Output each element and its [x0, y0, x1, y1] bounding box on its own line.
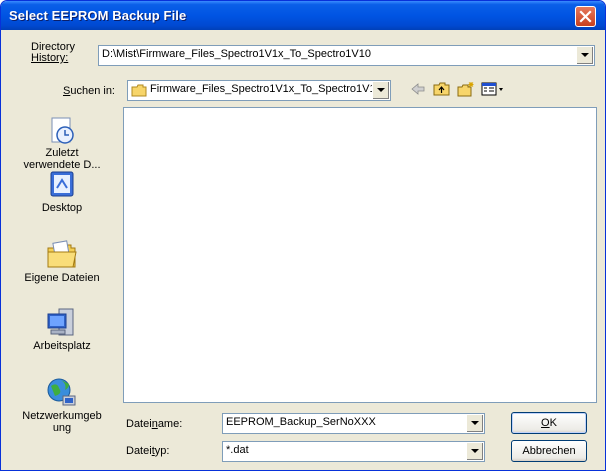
place-network[interactable]: Netzwerkumgeb ung: [7, 376, 117, 434]
filetype-value: *.dat: [226, 444, 249, 456]
filename-input[interactable]: EEPROM_Backup_SerNoXXX: [226, 416, 376, 428]
network-places-icon: [47, 378, 76, 406]
title-bar[interactable]: Select EEPROM Backup File: [1, 1, 605, 30]
close-icon: [579, 10, 592, 23]
filetype-combo[interactable]: *.dat: [222, 441, 485, 462]
lookin-combo[interactable]: Firmware_Files_Spectro1V1x_To_Spectro1V1: [127, 80, 391, 101]
dialog-title: Select EEPROM Backup File: [9, 8, 187, 23]
dialog-window: Select EEPROM Backup File Directory Hist…: [0, 0, 606, 471]
desktop-icon: [50, 171, 74, 197]
history-dropdown-button[interactable]: [576, 47, 593, 64]
close-button[interactable]: [575, 6, 596, 27]
filetype-label: Dateityp:: [126, 445, 170, 457]
lookin-label: Suchen in:: [63, 85, 115, 97]
folder-icon: [131, 84, 147, 97]
place-my-documents[interactable]: Eigene Dateien: [7, 238, 117, 284]
new-folder-icon[interactable]: [457, 81, 475, 97]
history-value: D:\Mist\Firmware_Files_Spectro1V1x_To_Sp…: [102, 48, 372, 60]
filetype-dropdown-button[interactable]: [466, 443, 483, 460]
history-label: Directory History:: [31, 41, 76, 64]
places-bar: Zuletzt verwendete D... Desktop Eigene D…: [7, 108, 117, 440]
recent-documents-icon: [51, 117, 74, 144]
filename-dropdown-button[interactable]: [466, 415, 483, 432]
place-my-computer[interactable]: Arbeitsplatz: [7, 306, 117, 352]
history-combo[interactable]: D:\Mist\Firmware_Files_Spectro1V1x_To_Sp…: [98, 45, 595, 66]
ok-button[interactable]: OK: [511, 412, 587, 434]
back-arrow-icon[interactable]: [409, 81, 427, 97]
file-list[interactable]: [123, 107, 597, 403]
place-recent[interactable]: Zuletzt verwendete D...: [7, 113, 117, 171]
lookin-dropdown-button[interactable]: [372, 82, 389, 99]
my-computer-icon: [47, 308, 74, 336]
lookin-value: Firmware_Files_Spectro1V1x_To_Spectro1V1: [150, 83, 376, 95]
filename-label: Dateiname:: [126, 418, 183, 430]
cancel-button[interactable]: Abbrechen: [511, 440, 587, 462]
place-desktop[interactable]: Desktop: [7, 168, 117, 214]
my-documents-icon: [47, 240, 77, 268]
view-menu-icon[interactable]: [481, 81, 505, 97]
up-folder-icon[interactable]: [433, 81, 451, 97]
filename-combo[interactable]: EEPROM_Backup_SerNoXXX: [222, 413, 485, 434]
